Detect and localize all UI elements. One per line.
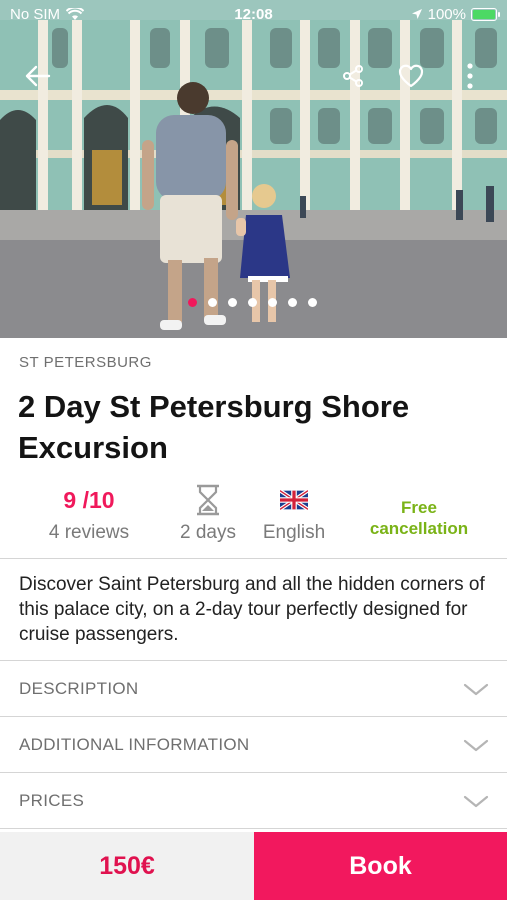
section-description[interactable]: DESCRIPTION: [0, 661, 507, 717]
page-dot[interactable]: [308, 298, 317, 307]
section-label: PRICES: [19, 791, 85, 810]
favorite-button[interactable]: [393, 58, 429, 94]
page-dot[interactable]: [288, 298, 297, 307]
page-dot[interactable]: [268, 298, 277, 307]
tour-city: ST PETERSBURG: [19, 354, 152, 371]
share-button[interactable]: [335, 58, 371, 94]
page-dot[interactable]: [208, 298, 217, 307]
duration-value: 2 days: [180, 522, 236, 543]
duration-icon-wrap: [168, 482, 248, 518]
tour-stats: 9 /10 4 reviews 2 days English Free canc…: [0, 482, 507, 558]
page-dot[interactable]: [248, 298, 257, 307]
rating-block[interactable]: 9 /10 4 reviews: [30, 482, 148, 548]
chevron-down-icon: [463, 795, 489, 808]
free-cancellation: Free cancellation: [369, 498, 469, 538]
page-dot[interactable]: [228, 298, 237, 307]
hourglass-icon: [197, 484, 219, 516]
share-icon: [343, 65, 363, 87]
divider: [0, 558, 507, 559]
section-prices[interactable]: PRICES: [0, 773, 507, 829]
uk-flag-icon: [280, 490, 308, 510]
price-label: 150€: [0, 832, 254, 900]
language-value: English: [262, 522, 326, 543]
booking-footer: 150€ Book: [0, 832, 507, 900]
gallery-pagination[interactable]: [188, 298, 317, 307]
status-time: 12:08: [234, 5, 273, 23]
rating-score: 9 /10: [63, 487, 115, 513]
book-button[interactable]: Book: [254, 832, 507, 900]
section-label: DESCRIPTION: [19, 679, 139, 698]
back-button[interactable]: [20, 58, 56, 94]
language-icon-wrap: [253, 482, 335, 518]
divider: [0, 828, 507, 829]
tour-summary: Discover Saint Petersburg and all the hi…: [19, 574, 485, 645]
more-button[interactable]: [452, 58, 488, 94]
back-arrow-icon: [25, 65, 51, 87]
status-bar: No SIM 12:08 100%: [0, 0, 507, 28]
more-vertical-icon: [467, 63, 473, 89]
section-label: ADDITIONAL INFORMATION: [19, 735, 250, 754]
heart-icon: [398, 64, 424, 88]
chevron-down-icon: [463, 739, 489, 752]
palace-square-photo: [0, 0, 507, 338]
section-additional-info[interactable]: ADDITIONAL INFORMATION: [0, 717, 507, 773]
battery-icon: [471, 7, 500, 21]
hero-photo[interactable]: No SIM 12:08 100%: [0, 0, 507, 338]
chevron-down-icon: [463, 683, 489, 696]
duration-block: 2 days: [168, 482, 248, 548]
top-action-bar: [0, 58, 507, 94]
language-block: English: [253, 482, 335, 548]
reviews-count: 4 reviews: [48, 522, 130, 543]
tour-title: 2 Day St Petersburg Shore Excursion: [18, 389, 410, 465]
page-dot-active[interactable]: [188, 298, 197, 307]
